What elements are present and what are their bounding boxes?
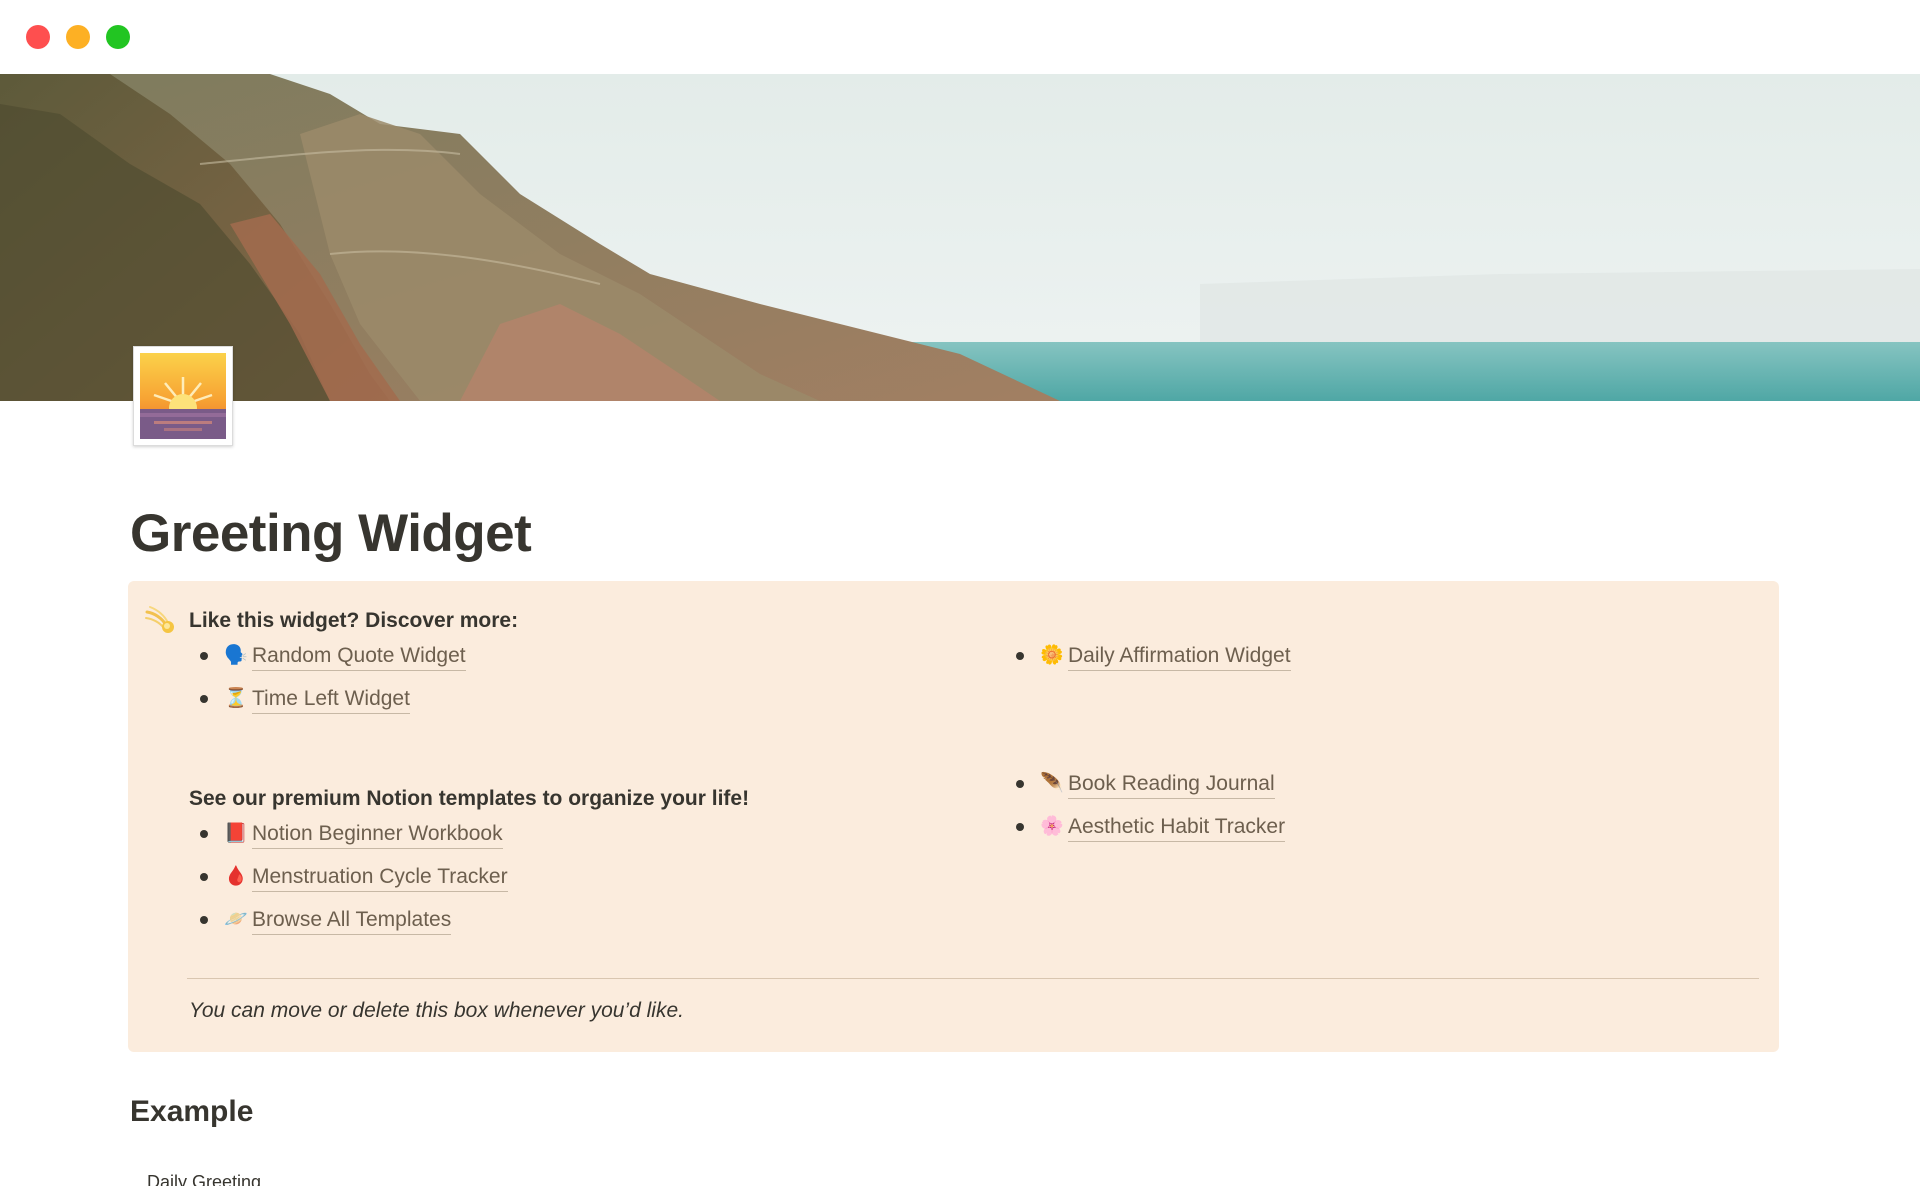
- browse-all-templates-link[interactable]: Browse All Templates: [252, 906, 452, 935]
- red-book-icon: 📕: [224, 823, 248, 844]
- cover-landscape-illustration: [0, 74, 1920, 401]
- callout-divider: [187, 978, 1759, 979]
- example-heading: Example: [130, 1095, 254, 1128]
- time-left-widget-link[interactable]: Time Left Widget: [252, 685, 410, 714]
- daily-greeting-partial-text: Daily Greeting: [147, 1172, 262, 1186]
- ringed-planet-icon: 🪐: [224, 909, 248, 930]
- page-title: Greeting Widget: [130, 504, 532, 563]
- maximize-window-button[interactable]: [106, 25, 130, 49]
- sunrise-icon: [140, 353, 226, 439]
- drop-of-blood-icon: 🩸: [224, 866, 248, 887]
- callout-heading: Like this widget? Discover more:: [189, 609, 519, 632]
- bullet-dot: [1016, 652, 1024, 660]
- page-cover-image: [0, 74, 1920, 401]
- notion-beginner-workbook-link[interactable]: Notion Beginner Workbook: [252, 820, 503, 849]
- bullet-dot: [200, 695, 208, 703]
- close-window-button[interactable]: [26, 25, 50, 49]
- bullet-dot: [1016, 823, 1024, 831]
- comet-icon: [144, 603, 176, 635]
- page-icon[interactable]: [133, 346, 233, 446]
- window-titlebar: [0, 0, 1920, 74]
- bullet-dot: [200, 652, 208, 660]
- premium-templates-heading: See our premium Notion templates to orga…: [189, 787, 750, 810]
- bullet-dot: [200, 916, 208, 924]
- daily-affirmation-widget-link[interactable]: Daily Affirmation Widget: [1068, 642, 1291, 671]
- book-reading-journal-link[interactable]: Book Reading Journal: [1068, 770, 1275, 799]
- speaking-head-icon: 🗣️: [224, 645, 248, 666]
- callout-block[interactable]: Like this widget? Discover more: 🗣️ Rand…: [128, 581, 1779, 1052]
- random-quote-widget-link[interactable]: Random Quote Widget: [252, 642, 466, 671]
- menstruation-cycle-tracker-link[interactable]: Menstruation Cycle Tracker: [252, 863, 508, 892]
- sunflower-icon: 🌼: [1040, 645, 1064, 666]
- bullet-dot: [200, 873, 208, 881]
- bullet-dot: [200, 830, 208, 838]
- minimize-window-button[interactable]: [66, 25, 90, 49]
- callout-note: You can move or delete this box whenever…: [189, 999, 684, 1022]
- cherry-blossom-icon: 🌸: [1040, 816, 1064, 837]
- hourglass-icon: ⏳: [224, 688, 248, 709]
- bullet-dot: [1016, 780, 1024, 788]
- feather-icon: 🪶: [1040, 773, 1064, 794]
- aesthetic-habit-tracker-link[interactable]: Aesthetic Habit Tracker: [1068, 813, 1286, 842]
